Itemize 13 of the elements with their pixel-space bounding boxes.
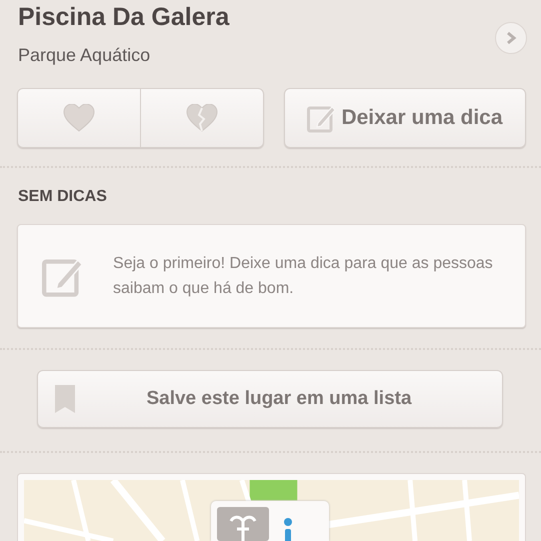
save-to-list-button[interactable]: Salve este lugar em uma lista xyxy=(37,370,503,428)
venue-title: Piscina Da Galera xyxy=(18,2,230,32)
venue-category: Parque Aquático xyxy=(18,44,152,66)
chevron-right-icon xyxy=(505,31,517,45)
leave-tip-button[interactable]: Deixar uma dica xyxy=(284,88,526,148)
broken-heart-icon xyxy=(186,104,218,132)
heart-icon xyxy=(63,104,95,132)
tips-heading: SEM DICAS xyxy=(17,187,108,206)
details-button[interactable] xyxy=(495,22,527,54)
fountain-icon xyxy=(217,507,269,541)
empty-tips-message: Seja o primeiro! Deixe uma dica para que as pessoas saibam o que há de bom. xyxy=(113,254,494,299)
bookmark-icon xyxy=(54,384,76,414)
map-marker[interactable] xyxy=(211,501,329,541)
